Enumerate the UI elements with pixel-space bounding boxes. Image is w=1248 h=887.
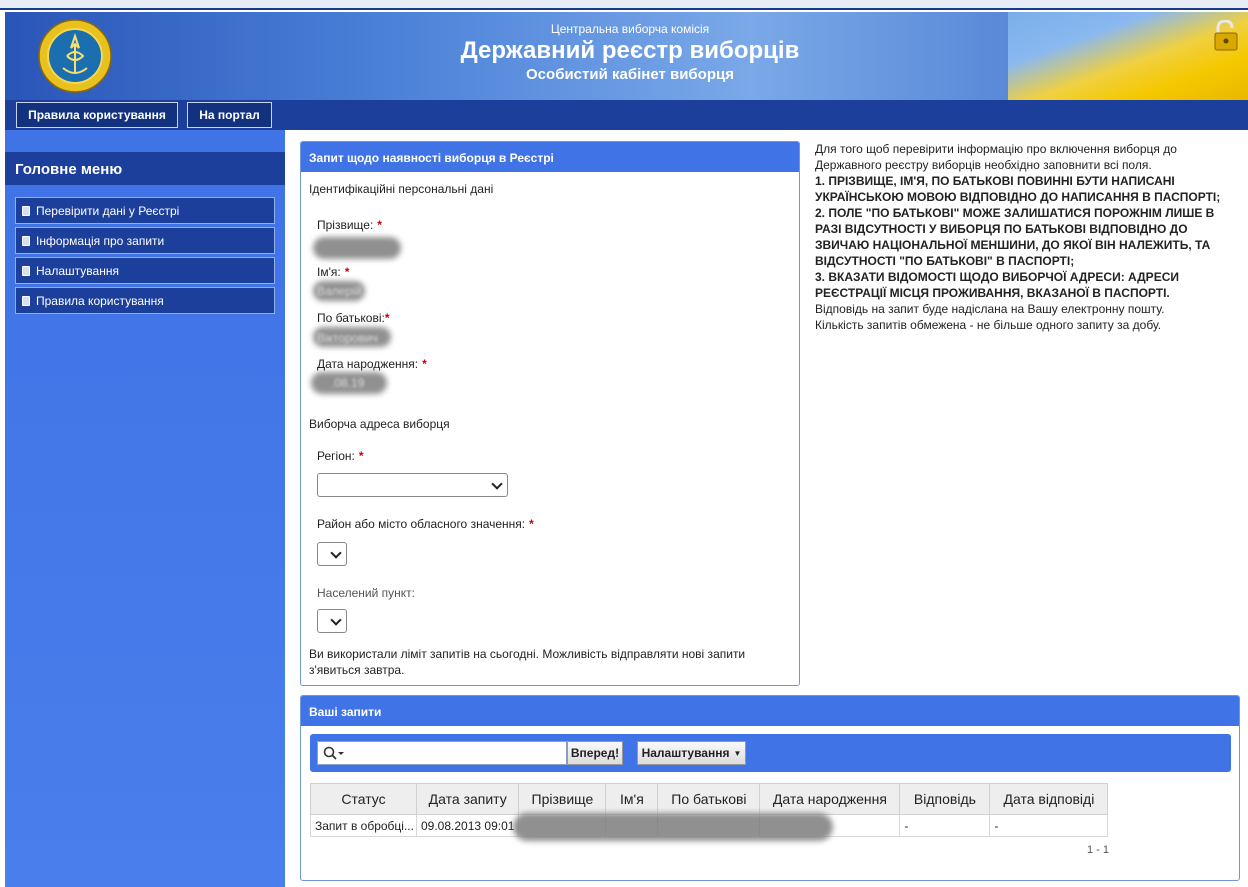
sidebar-item-check-data[interactable]: Перевірити дані у Реєстрі xyxy=(15,197,275,224)
search-input[interactable] xyxy=(317,741,567,765)
locality-label: Населений пункт: xyxy=(317,586,415,600)
instructions-intro: Для того щоб перевірити інформацію про в… xyxy=(815,142,1177,172)
instructions-text: Для того щоб перевірити інформацію про в… xyxy=(815,141,1240,333)
name-value: Валерій xyxy=(317,284,362,298)
birthdate-label: Дата народження: * xyxy=(317,357,427,371)
sidebar: Головне меню Перевірити дані у Реєстрі І… xyxy=(5,130,285,887)
top-nav: Правила користування На портал xyxy=(5,100,1248,130)
cell-answer-date: - xyxy=(989,814,1109,837)
cell-status: Запит в обробці... xyxy=(310,814,417,837)
request-form-panel: Запит щодо наявності виборця в Реєстрі І… xyxy=(300,141,800,686)
settings-button-label: Налаштування xyxy=(641,746,730,760)
district-label-text: Район або місто обласного значення: xyxy=(317,517,526,531)
sidebar-item-label: Правила користування xyxy=(36,293,164,308)
bullet-icon xyxy=(22,295,30,306)
bullet-icon xyxy=(22,265,30,276)
registry-title: Державний реєстр виборців xyxy=(460,37,800,64)
instructions-rule-1: 1. ПРІЗВИЩЕ, ІМ'Я, ПО БАТЬКОВІ ПОВИННІ Б… xyxy=(815,174,1221,204)
sidebar-title: Головне меню xyxy=(5,152,285,185)
required-mark: * xyxy=(384,311,390,325)
instructions-limit-note: Кількість запитів обмежена - не більше о… xyxy=(815,318,1162,332)
header-titles: Центральна виборча комісія Державний реє… xyxy=(365,22,895,83)
birthdate-label-text: Дата народження: xyxy=(317,357,419,371)
cell-answer: - xyxy=(899,814,991,837)
required-mark: * xyxy=(344,265,350,279)
column-answer-date[interactable]: Дата відповіді xyxy=(989,783,1109,815)
emblem-icon xyxy=(38,19,112,93)
column-status[interactable]: Статус xyxy=(310,783,417,815)
name-label: Ім'я: * xyxy=(317,265,349,279)
search-icon[interactable] xyxy=(323,746,345,760)
column-patronymic[interactable]: По батькові xyxy=(657,783,761,815)
column-answer[interactable]: Відповідь xyxy=(899,783,991,815)
column-birthdate[interactable]: Дата народження xyxy=(759,783,901,815)
bullet-icon xyxy=(22,205,30,216)
cell-request-date: 09.08.2013 09:01 xyxy=(415,814,520,837)
region-label: Регіон: * xyxy=(317,449,364,463)
birthdate-value: .08.19 xyxy=(331,376,365,390)
instructions-rule-3: 3. ВКАЗАТИ ВІДОМОСТІ ЩОДО ВИБОРЧОЇ АДРЕС… xyxy=(815,270,1179,300)
instructions-rule-2: 2. ПОЛЕ "ПО БАТЬКОВІ" МОЖЕ ЗАЛИШАТИСЯ ПО… xyxy=(815,206,1215,268)
required-mark: * xyxy=(422,357,427,371)
dropdown-caret-icon: ▼ xyxy=(733,748,742,758)
sidebar-item-label: Інформація про запити xyxy=(36,233,165,248)
instructions-email-note: Відповідь на запит буде надіслана на Ваш… xyxy=(815,302,1165,316)
requests-panel: Ваші запити Вперед! Налаштування ▼ Стату… xyxy=(300,695,1240,881)
pager-info: 1 - 1 xyxy=(1086,844,1109,856)
bullet-icon xyxy=(22,235,30,246)
district-label: Район або місто обласного значення: * xyxy=(317,517,534,531)
patronymic-label: По батькові:* xyxy=(317,311,390,325)
header-banner: Центральна виборча комісія Державний реє… xyxy=(5,12,1248,100)
sidebar-item-rules[interactable]: Правила користування xyxy=(15,287,275,314)
required-mark: * xyxy=(377,218,382,232)
sidebar-item-label: Перевірити дані у Реєстрі xyxy=(36,203,180,218)
limit-message: Ви використали ліміт запитів на сьогодні… xyxy=(309,647,746,677)
surname-redacted xyxy=(313,237,401,259)
row-personal-data-redacted xyxy=(513,813,833,841)
nav-portal-button[interactable]: На портал xyxy=(187,102,272,128)
surname-label: Прізвище: * xyxy=(317,218,382,232)
forward-button[interactable]: Вперед! xyxy=(567,741,623,765)
name-label-text: Ім'я: xyxy=(317,265,341,279)
chevron-down-icon xyxy=(330,547,342,559)
top-strip xyxy=(0,0,1248,10)
sidebar-item-requests-info[interactable]: Інформація про запити xyxy=(15,227,275,254)
column-surname[interactable]: Прізвище xyxy=(518,783,607,815)
nav-rules-button[interactable]: Правила користування xyxy=(16,102,178,128)
requests-panel-title: Ваші запити xyxy=(301,696,1239,726)
requests-toolbar: Вперед! Налаштування ▼ xyxy=(310,734,1231,772)
required-mark: * xyxy=(529,517,534,531)
page: Центральна виборча комісія Державний реє… xyxy=(0,0,1248,887)
form-panel-title: Запит щодо наявності виборця в Реєстрі xyxy=(301,142,799,172)
required-mark: * xyxy=(358,449,364,463)
column-request-date[interactable]: Дата запиту xyxy=(415,783,520,815)
sidebar-item-label: Налаштування xyxy=(36,263,119,278)
region-select[interactable] xyxy=(317,473,508,497)
settings-dropdown-button[interactable]: Налаштування ▼ xyxy=(637,741,746,765)
chevron-down-icon xyxy=(491,478,503,490)
personal-data-heading: Ідентифікаційні персональні дані xyxy=(309,182,494,196)
address-heading: Виборча адреса виборця xyxy=(309,417,450,431)
surname-label-text: Прізвище: xyxy=(317,218,374,232)
column-name[interactable]: Ім'я xyxy=(605,783,659,815)
table-header-row: Статус Дата запиту Прізвище Ім'я По бать… xyxy=(310,783,1109,815)
patronymic-label-text: По батькові: xyxy=(317,311,385,325)
chevron-down-icon xyxy=(330,614,342,626)
district-select[interactable] xyxy=(317,542,347,566)
sidebar-item-settings[interactable]: Налаштування xyxy=(15,257,275,284)
locality-select[interactable] xyxy=(317,609,347,633)
lock-icon[interactable] xyxy=(1212,20,1242,52)
commission-name: Центральна виборча комісія xyxy=(550,22,710,36)
patronymic-value: Вікторович xyxy=(317,331,378,345)
region-label-text: Регіон: xyxy=(317,449,355,463)
cabinet-title: Особистий кабінет виборця xyxy=(526,66,734,83)
